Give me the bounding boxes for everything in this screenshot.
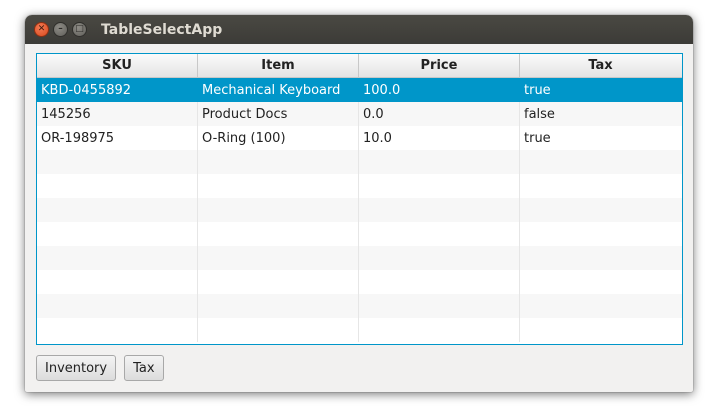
cell-tax: false — [524, 106, 555, 122]
cell-sku: 145256 — [37, 102, 198, 126]
table-row[interactable]: OR-198975 O-Ring (100) 10.0 true — [37, 126, 682, 150]
title-bar[interactable]: ✕ – □ TableSelectApp — [25, 15, 693, 44]
maximize-icon[interactable]: □ — [72, 22, 87, 37]
empty-row — [37, 174, 682, 198]
cell-price: 0.0 — [359, 102, 520, 126]
empty-row — [37, 150, 682, 174]
empty-row — [37, 222, 682, 246]
data-table[interactable]: SKU Item Price Tax KBD-0455892 Mechanica… — [36, 53, 683, 345]
cell-price: 100.0 — [359, 78, 520, 102]
minimize-icon[interactable]: – — [53, 22, 68, 37]
table-header: SKU Item Price Tax — [37, 54, 682, 78]
tax-button[interactable]: Tax — [124, 355, 164, 381]
window-title: TableSelectApp — [101, 21, 223, 38]
cell-price: 10.0 — [359, 126, 520, 150]
empty-row — [37, 198, 682, 222]
table-body: KBD-0455892 Mechanical Keyboard 100.0 tr… — [37, 78, 682, 342]
cell-sku: OR-198975 — [37, 126, 198, 150]
inventory-button[interactable]: Inventory — [36, 355, 117, 381]
button-bar: Inventory Tax — [36, 355, 164, 381]
empty-row — [37, 318, 682, 342]
column-header-sku[interactable]: SKU — [37, 54, 198, 77]
cell-item: O-Ring (100) — [198, 126, 359, 150]
column-header-tax[interactable]: Tax — [520, 54, 681, 77]
cell-tax: true — [524, 82, 551, 98]
cell-item: Product Docs — [198, 102, 359, 126]
table-row[interactable]: 145256 Product Docs 0.0 false — [37, 102, 682, 126]
empty-row — [37, 270, 682, 294]
empty-row — [37, 246, 682, 270]
table-row[interactable]: KBD-0455892 Mechanical Keyboard 100.0 tr… — [37, 78, 682, 102]
close-icon[interactable]: ✕ — [34, 22, 49, 37]
column-header-price[interactable]: Price — [359, 54, 520, 77]
empty-row — [37, 294, 682, 318]
app-window: ✕ – □ TableSelectApp SKU Item Price Tax … — [25, 15, 693, 392]
cell-item: Mechanical Keyboard — [198, 78, 359, 102]
cell-tax: true — [524, 130, 551, 146]
column-header-item[interactable]: Item — [198, 54, 359, 77]
cell-sku: KBD-0455892 — [37, 78, 198, 102]
